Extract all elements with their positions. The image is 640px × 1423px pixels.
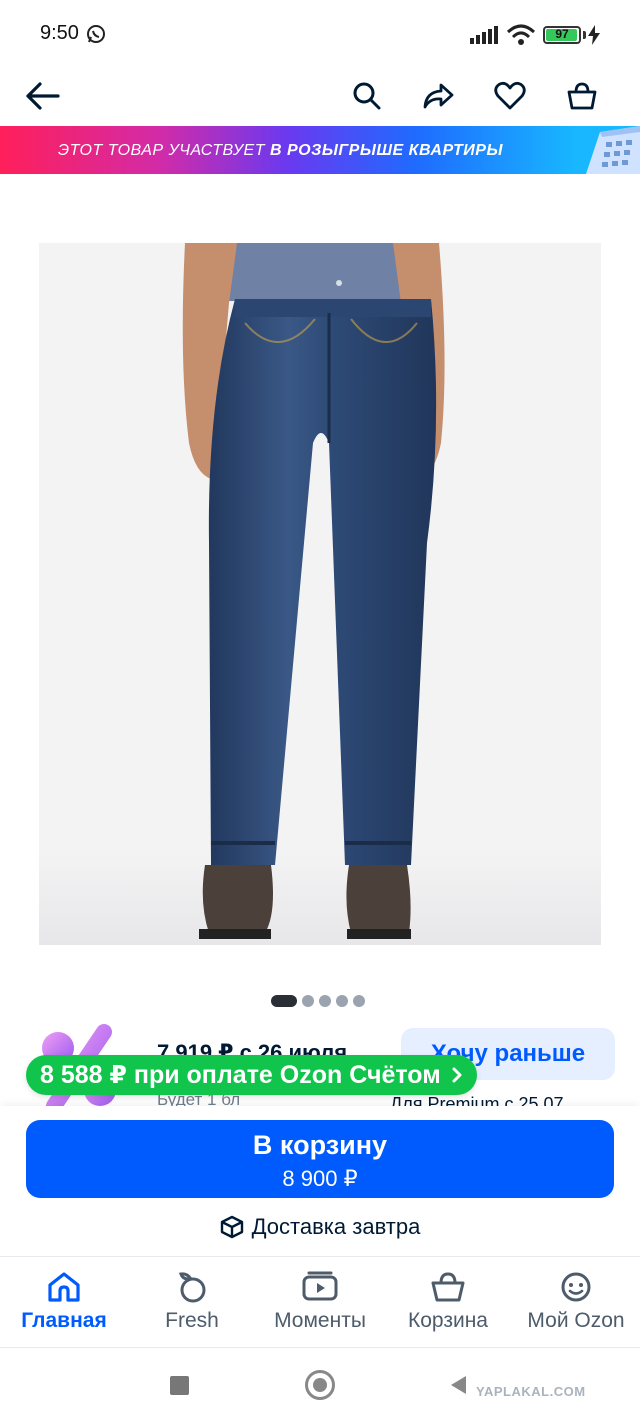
home-button-dot bbox=[313, 1378, 327, 1392]
delivery-label: Доставка завтра bbox=[251, 1214, 421, 1239]
watermark: YAPLAKAL.COM bbox=[476, 1384, 586, 1399]
carousel-dot[interactable] bbox=[302, 995, 314, 1007]
ozon-pay-button[interactable]: 8 588 ₽ при оплате Ozon Счётом bbox=[26, 1055, 477, 1095]
status-bar: 9:50 97 bbox=[0, 0, 640, 66]
bottom-action-panel: В корзину 8 900 ₽ Доставка завтра bbox=[0, 1106, 640, 1256]
ozon-pay-label: 8 588 ₽ при оплате Ozon Счётом bbox=[40, 1061, 441, 1089]
status-time: 9:50 bbox=[40, 22, 79, 44]
tab-my-ozon[interactable]: Мой Ozon bbox=[512, 1271, 640, 1341]
tab-moments[interactable]: Моменты bbox=[256, 1271, 384, 1341]
add-to-cart-button[interactable]: В корзину 8 900 ₽ bbox=[26, 1120, 614, 1198]
share-icon bbox=[423, 83, 454, 109]
profile-icon bbox=[561, 1272, 591, 1302]
fresh-icon bbox=[179, 1272, 206, 1303]
tab-home[interactable]: Главная bbox=[0, 1271, 128, 1341]
top-nav bbox=[0, 66, 640, 124]
carousel-dot[interactable] bbox=[319, 995, 331, 1007]
tab-moments-label: Моменты bbox=[274, 1309, 366, 1332]
search-icon bbox=[353, 82, 381, 110]
battery-level: 97 bbox=[555, 27, 569, 41]
whatsapp-icon bbox=[87, 25, 105, 43]
tab-my-ozon-label: Мой Ozon bbox=[527, 1309, 625, 1332]
heart-icon bbox=[494, 81, 526, 110]
home-icon bbox=[48, 1272, 80, 1302]
back-triangle-icon[interactable] bbox=[448, 1374, 468, 1396]
charging-icon bbox=[588, 25, 600, 45]
basket-icon bbox=[567, 82, 597, 110]
carousel-dot[interactable] bbox=[353, 995, 365, 1007]
promo-text-regular: ЭТОТ ТОВАР УЧАСТВУЕТ bbox=[58, 142, 270, 159]
tab-fresh-label: Fresh bbox=[165, 1309, 219, 1332]
carousel-dot-active[interactable] bbox=[271, 995, 297, 1007]
share-button[interactable] bbox=[416, 74, 460, 118]
promo-text-bold: В РОЗЫГРЫШЕ КВАРТИРЫ bbox=[269, 142, 503, 159]
carousel-dot[interactable] bbox=[336, 995, 348, 1007]
promo-banner[interactable]: ЭТОТ ТОВАР УЧАСТВУЕТ В РОЗЫГРЫШЕ КВАРТИР… bbox=[0, 126, 640, 174]
home-button[interactable] bbox=[305, 1370, 335, 1400]
building-icon bbox=[586, 126, 640, 174]
moments-icon bbox=[302, 1271, 338, 1301]
android-nav-bar: YAPLAKAL.COM bbox=[0, 1348, 640, 1423]
chevron-right-icon bbox=[452, 1067, 462, 1083]
wifi-icon bbox=[506, 24, 536, 45]
tab-cart-label: Корзина bbox=[408, 1309, 488, 1332]
back-arrow-icon bbox=[26, 82, 60, 110]
battery-nub bbox=[583, 31, 586, 39]
back-button[interactable] bbox=[20, 74, 64, 118]
tab-home-label: Главная bbox=[21, 1309, 107, 1332]
delivery-info[interactable]: Доставка завтра bbox=[0, 1214, 640, 1240]
promo-banner-text: ЭТОТ ТОВАР УЧАСТВУЕТ В РОЗЫГРЫШЕ КВАРТИР… bbox=[58, 142, 503, 160]
cart-icon bbox=[431, 1272, 465, 1302]
product-image[interactable] bbox=[39, 243, 601, 945]
battery-indicator: 97 bbox=[543, 26, 581, 44]
add-to-cart-label: В корзину bbox=[252, 1130, 388, 1160]
tab-fresh[interactable]: Fresh bbox=[128, 1271, 256, 1341]
recents-button[interactable] bbox=[170, 1376, 189, 1395]
search-button[interactable] bbox=[345, 74, 389, 118]
tab-cart[interactable]: Корзина bbox=[384, 1271, 512, 1341]
box-icon bbox=[220, 1215, 243, 1239]
carousel-dots[interactable] bbox=[271, 995, 365, 1007]
basket-button[interactable] bbox=[560, 74, 604, 118]
add-to-cart-price: 8 900 ₽ bbox=[282, 1166, 358, 1191]
signal-icon bbox=[470, 26, 498, 44]
jeans-photo bbox=[39, 243, 601, 945]
tab-bar: Главная Fresh Моменты Корзина Мой Ozon bbox=[0, 1256, 640, 1348]
favorite-button[interactable] bbox=[488, 74, 532, 118]
